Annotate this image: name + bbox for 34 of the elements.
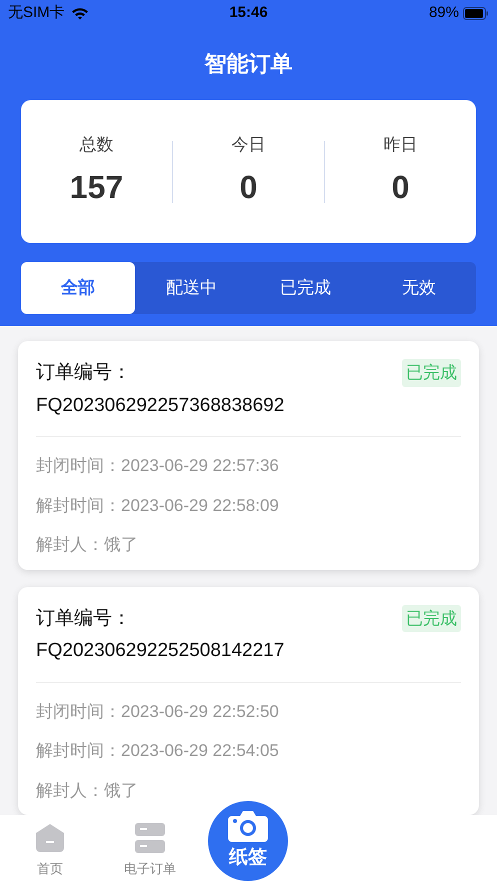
page-title: 智能订单 bbox=[204, 50, 292, 78]
filter-tab[interactable]: 无效 bbox=[362, 262, 476, 314]
camera-icon bbox=[228, 810, 268, 842]
order-number-label: 订单编号： bbox=[36, 606, 131, 630]
battery-text: 89% bbox=[428, 2, 459, 23]
order-number: FQ202306292257368838692 bbox=[36, 394, 284, 418]
nav-tab[interactable]: 首页 bbox=[0, 815, 100, 878]
home-icon bbox=[35, 823, 65, 853]
filter-tab[interactable]: 全部 bbox=[21, 262, 135, 314]
order-detail: 解封人：饿了 bbox=[36, 534, 138, 556]
nav-tab[interactable]: 电子订单 bbox=[100, 815, 200, 878]
order-number: FQ202306292252508142217 bbox=[36, 639, 284, 663]
status-badge: 已完成 bbox=[402, 604, 461, 632]
carrier-text: 无SIM卡 bbox=[8, 2, 65, 23]
stat-label: 今日 bbox=[232, 134, 266, 156]
list-icon bbox=[135, 823, 165, 853]
status-badge: 已完成 bbox=[402, 359, 461, 386]
order-detail: 封闭时间：2023-06-29 22:52:50 bbox=[36, 700, 279, 722]
filter-tab[interactable]: 已完成 bbox=[248, 262, 362, 314]
stat-value: 0 bbox=[240, 168, 258, 208]
order-detail: 解封时间：2023-06-29 22:58:09 bbox=[36, 494, 279, 516]
battery-icon bbox=[463, 6, 489, 20]
wifi-icon bbox=[70, 6, 89, 20]
order-detail: 解封时间：2023-06-29 22:54:05 bbox=[36, 740, 279, 762]
clock-text: 15:46 bbox=[228, 2, 269, 23]
order-number-label: 订单编号： bbox=[36, 361, 131, 385]
stat-label: 总数 bbox=[80, 134, 114, 156]
stat-label: 昨日 bbox=[384, 134, 418, 156]
filter-tab[interactable]: 配送中 bbox=[134, 262, 248, 314]
stat-value: 0 bbox=[392, 168, 410, 208]
stat-value: 157 bbox=[70, 168, 124, 208]
order-detail: 解封人：饿了 bbox=[36, 780, 138, 802]
camera-button[interactable]: 纸签 bbox=[208, 801, 288, 881]
order-detail: 封闭时间：2023-06-29 22:57:36 bbox=[36, 455, 279, 477]
